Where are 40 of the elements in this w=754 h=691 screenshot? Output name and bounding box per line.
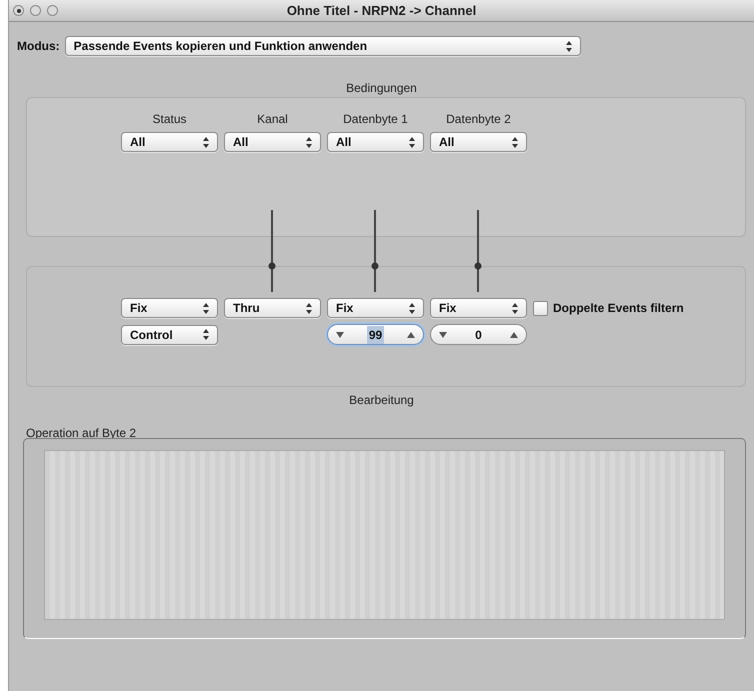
window-title: Ohne Titel - NRPN2 -> Channel [286, 2, 476, 20]
group-title: Operation auf Byte 2 [26, 426, 136, 440]
number-stepper[interactable]: 0 [430, 324, 527, 345]
mode-label: Modus: [17, 38, 60, 55]
increment-icon[interactable] [406, 332, 415, 338]
stepper-arrows-icon [512, 302, 518, 314]
decrement-icon[interactable] [336, 332, 344, 338]
stepper-arrows-icon [512, 136, 518, 148]
condition-select[interactable]: All [224, 132, 321, 152]
status-select[interactable]: Control [121, 324, 218, 344]
column-header: Datenbyte 2 [445, 111, 512, 128]
increment-icon[interactable] [510, 332, 518, 338]
minimize-button[interactable] [30, 5, 41, 16]
column-header: Kanal [256, 111, 289, 128]
section-title: Bedingungen [346, 80, 417, 95]
number-stepper[interactable]: 99 [327, 324, 424, 345]
stepper-arrows-icon [409, 302, 415, 314]
checkbox[interactable] [533, 300, 548, 316]
mode-select[interactable]: Passende Events kopieren und Funktion anwenden [64, 36, 581, 56]
stepper-arrows-icon [203, 329, 209, 340]
operation-select[interactable]: Fix [121, 298, 218, 318]
column-header: Datenbyte 1 [342, 111, 409, 128]
stepper-arrows-icon [306, 136, 312, 148]
zoom-button[interactable] [47, 5, 58, 16]
decrement-icon[interactable] [439, 332, 447, 338]
checkbox-label: Doppelte Events filtern [553, 300, 684, 317]
stepper-arrows-icon [203, 136, 209, 148]
section-title: Bearbeitung [349, 392, 414, 407]
operation-select[interactable]: Thru [224, 298, 321, 318]
stepper-arrows-icon [203, 302, 209, 314]
operation-select[interactable]: Fix [430, 298, 527, 318]
condition-select[interactable]: All [121, 132, 218, 152]
close-button[interactable] [13, 5, 24, 16]
operation-select[interactable]: Fix [327, 298, 424, 318]
condition-select[interactable]: All [327, 132, 424, 152]
stepper-arrows-icon [409, 136, 415, 148]
condition-select[interactable]: All [430, 132, 527, 152]
stepper-arrows-icon [566, 40, 572, 52]
stepper-arrows-icon [306, 302, 312, 314]
column-header: Status [151, 111, 188, 128]
